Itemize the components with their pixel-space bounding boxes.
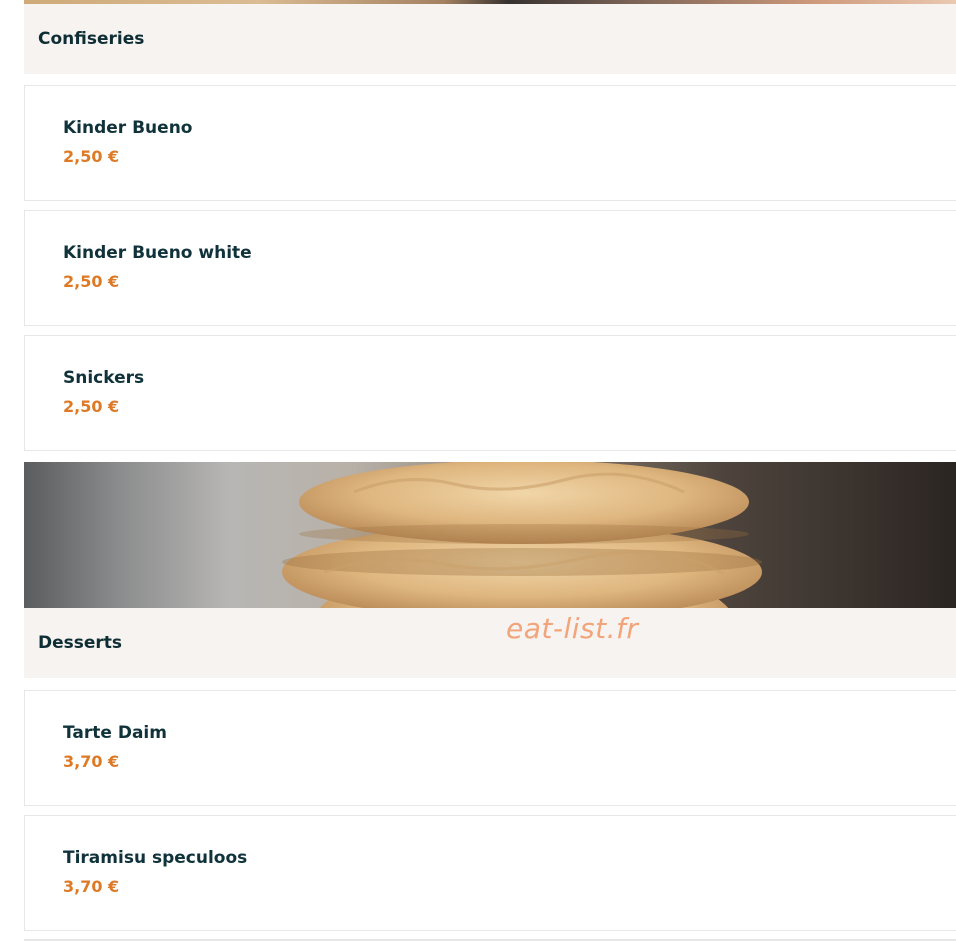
menu-item-card[interactable]: Kinder Bueno white 2,50 €: [24, 210, 956, 326]
category-title: Confiseries: [38, 29, 145, 49]
menu-item-card[interactable]: Tiramisu speculoos 3,70 €: [24, 815, 956, 931]
menu-item-card[interactable]: Kinder Bueno 2,50 €: [24, 85, 956, 201]
item-price: 2,50 €: [63, 147, 120, 166]
item-price: 2,50 €: [63, 397, 120, 416]
menu-item-card[interactable]: Snickers 2,50 €: [24, 335, 956, 451]
item-name: Tiramisu speculoos: [63, 848, 248, 868]
category-header-desserts: Desserts: [24, 608, 956, 678]
item-price: 3,70 €: [63, 752, 120, 771]
item-name: Snickers: [63, 368, 145, 388]
item-price: 3,70 €: [63, 877, 120, 896]
item-name: Kinder Bueno: [63, 118, 193, 138]
desserts-banner-image: [24, 462, 956, 608]
category-title: Desserts: [38, 633, 123, 653]
item-price: 2,50 €: [63, 272, 120, 291]
item-name: Kinder Bueno white: [63, 243, 252, 263]
cookies-photo: [282, 462, 762, 608]
menu-item-card[interactable]: Tarte Daim 3,70 €: [24, 690, 956, 806]
item-name: Tarte Daim: [63, 723, 167, 743]
category-header-confiseries: Confiseries: [24, 4, 956, 74]
menu-page: Confiseries Kinder Bueno 2,50 € Kinder B…: [24, 0, 956, 941]
